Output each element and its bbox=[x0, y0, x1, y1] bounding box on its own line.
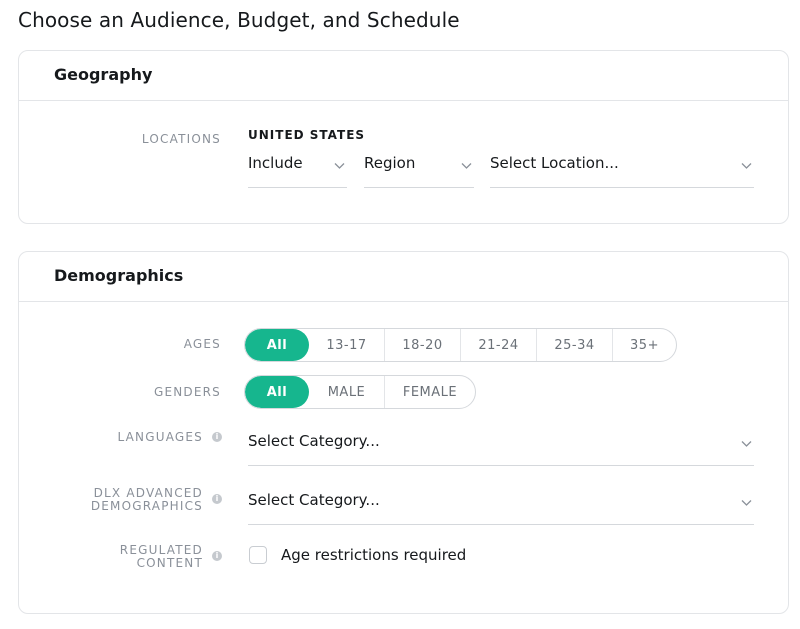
info-icon[interactable]: i bbox=[212, 432, 222, 442]
demographics-title: Demographics bbox=[54, 266, 184, 285]
chevron-down-icon bbox=[741, 500, 752, 506]
age-pill-all[interactable]: All bbox=[245, 329, 309, 361]
age-pill-35-plus[interactable]: 35+ bbox=[613, 329, 676, 361]
languages-select[interactable]: Select Category... bbox=[248, 428, 754, 466]
gender-pill-female[interactable]: FEMALE bbox=[385, 376, 475, 408]
languages-select-placeholder: Select Category... bbox=[248, 432, 380, 450]
chevron-down-icon bbox=[741, 441, 752, 447]
genders-pill-group: All MALE FEMALE bbox=[244, 375, 476, 409]
age-restrictions-checkbox[interactable] bbox=[249, 546, 267, 564]
page: Choose an Audience, Budget, and Schedule… bbox=[0, 0, 800, 629]
page-title: Choose an Audience, Budget, and Schedule bbox=[18, 8, 460, 32]
location-select-placeholder: Select Location... bbox=[490, 154, 619, 172]
gender-pill-male[interactable]: MALE bbox=[309, 376, 385, 408]
chevron-down-icon bbox=[741, 163, 752, 169]
include-select-value: Include bbox=[248, 154, 303, 172]
demographics-card: Demographics AGES All 13-17 18-20 21-24 … bbox=[18, 251, 789, 614]
age-restrictions-label: Age restrictions required bbox=[281, 546, 467, 564]
dlx-select-placeholder: Select Category... bbox=[248, 491, 380, 509]
dlx-demographics-select[interactable]: Select Category... bbox=[248, 487, 754, 525]
info-icon[interactable]: i bbox=[212, 551, 222, 561]
locations-label: LOCATIONS bbox=[141, 132, 221, 146]
dlx-demographics-label: DLX ADVANCED DEMOGRAPHICS bbox=[90, 486, 203, 513]
demographics-header: Demographics bbox=[19, 252, 788, 302]
gender-pill-all[interactable]: All bbox=[245, 376, 309, 408]
genders-label: GENDERS bbox=[153, 385, 221, 399]
age-pill-18-20[interactable]: 18-20 bbox=[385, 329, 461, 361]
geography-card: Geography LOCATIONS UNITED STATES Includ… bbox=[18, 50, 789, 224]
ages-pill-group: All 13-17 18-20 21-24 25-34 35+ bbox=[244, 328, 677, 362]
geography-header: Geography bbox=[19, 51, 788, 101]
chevron-down-icon bbox=[461, 163, 472, 169]
location-type-value: Region bbox=[364, 154, 416, 172]
languages-label: LANGUAGES bbox=[117, 430, 203, 444]
chevron-down-icon bbox=[334, 163, 345, 169]
country-label: UNITED STATES bbox=[248, 128, 366, 142]
location-type-select[interactable]: Region bbox=[364, 150, 474, 188]
geography-title: Geography bbox=[54, 65, 153, 84]
age-pill-13-17[interactable]: 13-17 bbox=[309, 329, 385, 361]
ages-label: AGES bbox=[183, 337, 221, 351]
regulated-content-label: REGULATED CONTENT bbox=[119, 543, 203, 570]
age-pill-21-24[interactable]: 21-24 bbox=[461, 329, 537, 361]
info-icon[interactable]: i bbox=[212, 494, 222, 504]
include-select[interactable]: Include bbox=[248, 150, 347, 188]
age-pill-25-34[interactable]: 25-34 bbox=[537, 329, 613, 361]
location-select[interactable]: Select Location... bbox=[490, 150, 754, 188]
